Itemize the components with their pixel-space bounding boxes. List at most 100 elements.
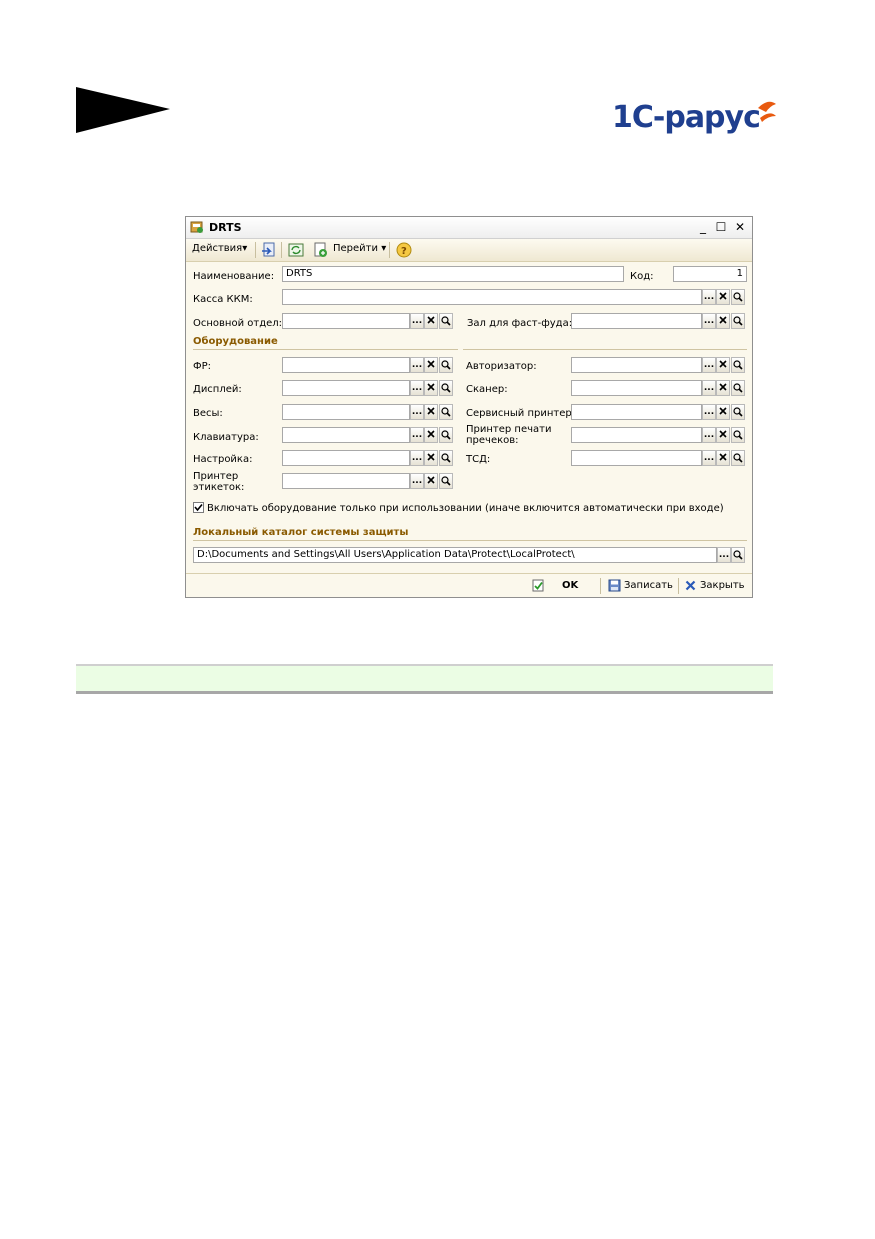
authorizer-clear-button[interactable] bbox=[716, 357, 730, 373]
hall-label: Зал для фаст-фуда: bbox=[467, 318, 573, 329]
scales-field[interactable] bbox=[282, 404, 410, 420]
copy-document-icon[interactable] bbox=[312, 242, 328, 258]
dept-clear-button[interactable] bbox=[424, 313, 438, 329]
settings-field[interactable] bbox=[282, 450, 410, 466]
keyboard-clear-button[interactable] bbox=[424, 427, 438, 443]
dept-field[interactable] bbox=[282, 313, 410, 329]
name-label: Наименование: bbox=[193, 271, 275, 282]
scales-label: Весы: bbox=[193, 408, 223, 419]
tsd-clear-button[interactable] bbox=[716, 450, 730, 466]
search-icon bbox=[441, 360, 451, 370]
protect-path-open-button[interactable] bbox=[731, 547, 745, 563]
maximize-button[interactable]: ☐ bbox=[714, 220, 728, 234]
service-printer-select-button[interactable]: ... bbox=[702, 404, 716, 420]
hall-clear-button[interactable] bbox=[716, 313, 730, 329]
kkm-clear-button[interactable] bbox=[716, 289, 730, 305]
search-icon bbox=[441, 453, 451, 463]
scanner-clear-button[interactable] bbox=[716, 380, 730, 396]
fr-select-button[interactable]: ... bbox=[410, 357, 424, 373]
scanner-field[interactable] bbox=[571, 380, 702, 396]
caption-bar bbox=[76, 664, 773, 694]
service-printer-field[interactable] bbox=[571, 404, 702, 420]
save-and-close-icon[interactable] bbox=[261, 242, 277, 258]
display-clear-button[interactable] bbox=[424, 380, 438, 396]
service-printer-open-button[interactable] bbox=[731, 404, 745, 420]
close-window-button[interactable]: ✕ bbox=[733, 220, 747, 234]
kkm-select-button[interactable]: ... bbox=[702, 289, 716, 305]
actions-menu-button[interactable]: Действия▾ bbox=[192, 243, 247, 254]
label-printer-open-button[interactable] bbox=[439, 473, 453, 489]
dept-select-button[interactable]: ... bbox=[410, 313, 424, 329]
fr-open-button[interactable] bbox=[439, 357, 453, 373]
clear-icon bbox=[427, 407, 435, 415]
settings-label: Настройка: bbox=[193, 454, 253, 465]
authorizer-field[interactable] bbox=[571, 357, 702, 373]
scanner-select-button[interactable]: ... bbox=[702, 380, 716, 396]
name-field[interactable]: DRTS bbox=[282, 266, 624, 282]
close-button[interactable]: Закрыть bbox=[700, 580, 745, 591]
keyboard-open-button[interactable] bbox=[439, 427, 453, 443]
tsd-field[interactable] bbox=[571, 450, 702, 466]
tsd-select-button[interactable]: ... bbox=[702, 450, 716, 466]
window-titlebar[interactable]: DRTS _ ☐ ✕ bbox=[186, 217, 752, 239]
search-icon bbox=[733, 550, 743, 560]
keyboard-select-button[interactable]: ... bbox=[410, 427, 424, 443]
kkm-field[interactable] bbox=[282, 289, 702, 305]
scales-select-button[interactable]: ... bbox=[410, 404, 424, 420]
scanner-open-button[interactable] bbox=[731, 380, 745, 396]
hall-select-button[interactable]: ... bbox=[702, 313, 716, 329]
save-button[interactable]: Записать bbox=[624, 580, 673, 591]
equipment-on-demand-checkbox[interactable] bbox=[193, 502, 204, 513]
search-icon bbox=[733, 292, 743, 302]
clear-icon bbox=[719, 430, 727, 438]
search-icon bbox=[441, 430, 451, 440]
clear-icon bbox=[427, 360, 435, 368]
goto-menu-button[interactable]: Перейти ▾ bbox=[333, 243, 386, 254]
display-open-button[interactable] bbox=[439, 380, 453, 396]
fr-field[interactable] bbox=[282, 357, 410, 373]
refresh-icon[interactable] bbox=[288, 242, 304, 258]
help-icon[interactable]: ? bbox=[396, 242, 412, 258]
toolbar-separator bbox=[255, 242, 256, 258]
tsd-open-button[interactable] bbox=[731, 450, 745, 466]
kkm-open-button[interactable] bbox=[731, 289, 745, 305]
ok-button[interactable]: OK bbox=[562, 580, 578, 591]
hall-field[interactable] bbox=[571, 313, 702, 329]
precheck-printer-select-button[interactable]: ... bbox=[702, 427, 716, 443]
clear-icon bbox=[427, 430, 435, 438]
hall-open-button[interactable] bbox=[731, 313, 745, 329]
scales-open-button[interactable] bbox=[439, 404, 453, 420]
precheck-printer-label: Принтер печати пречеков: bbox=[466, 424, 552, 446]
display-field[interactable] bbox=[282, 380, 410, 396]
settings-select-button[interactable]: ... bbox=[410, 450, 424, 466]
service-printer-clear-button[interactable] bbox=[716, 404, 730, 420]
display-label: Дисплей: bbox=[193, 384, 242, 395]
dept-open-button[interactable] bbox=[439, 313, 453, 329]
clear-icon bbox=[427, 453, 435, 461]
search-icon bbox=[733, 430, 743, 440]
goto-menu-label: Перейти bbox=[333, 243, 378, 254]
authorizer-open-button[interactable] bbox=[731, 357, 745, 373]
settings-clear-button[interactable] bbox=[424, 450, 438, 466]
scales-clear-button[interactable] bbox=[424, 404, 438, 420]
clear-icon bbox=[719, 316, 727, 324]
clear-icon bbox=[719, 360, 727, 368]
code-label: Код: bbox=[630, 271, 654, 282]
authorizer-select-button[interactable]: ... bbox=[702, 357, 716, 373]
label-printer-field[interactable] bbox=[282, 473, 410, 489]
code-field[interactable]: 1 bbox=[673, 266, 747, 282]
protect-path-select-button[interactable]: ... bbox=[717, 547, 731, 563]
tsd-label: ТСД: bbox=[466, 454, 491, 465]
precheck-printer-field[interactable] bbox=[571, 427, 702, 443]
protect-path-field[interactable]: D:\Documents and Settings\All Users\Appl… bbox=[193, 547, 717, 563]
label-printer-select-button[interactable]: ... bbox=[410, 473, 424, 489]
fr-clear-button[interactable] bbox=[424, 357, 438, 373]
label-printer-clear-button[interactable] bbox=[424, 473, 438, 489]
display-select-button[interactable]: ... bbox=[410, 380, 424, 396]
minimize-button[interactable]: _ bbox=[696, 220, 710, 234]
section-divider bbox=[193, 540, 747, 541]
precheck-printer-open-button[interactable] bbox=[731, 427, 745, 443]
keyboard-field[interactable] bbox=[282, 427, 410, 443]
precheck-printer-clear-button[interactable] bbox=[716, 427, 730, 443]
settings-open-button[interactable] bbox=[439, 450, 453, 466]
